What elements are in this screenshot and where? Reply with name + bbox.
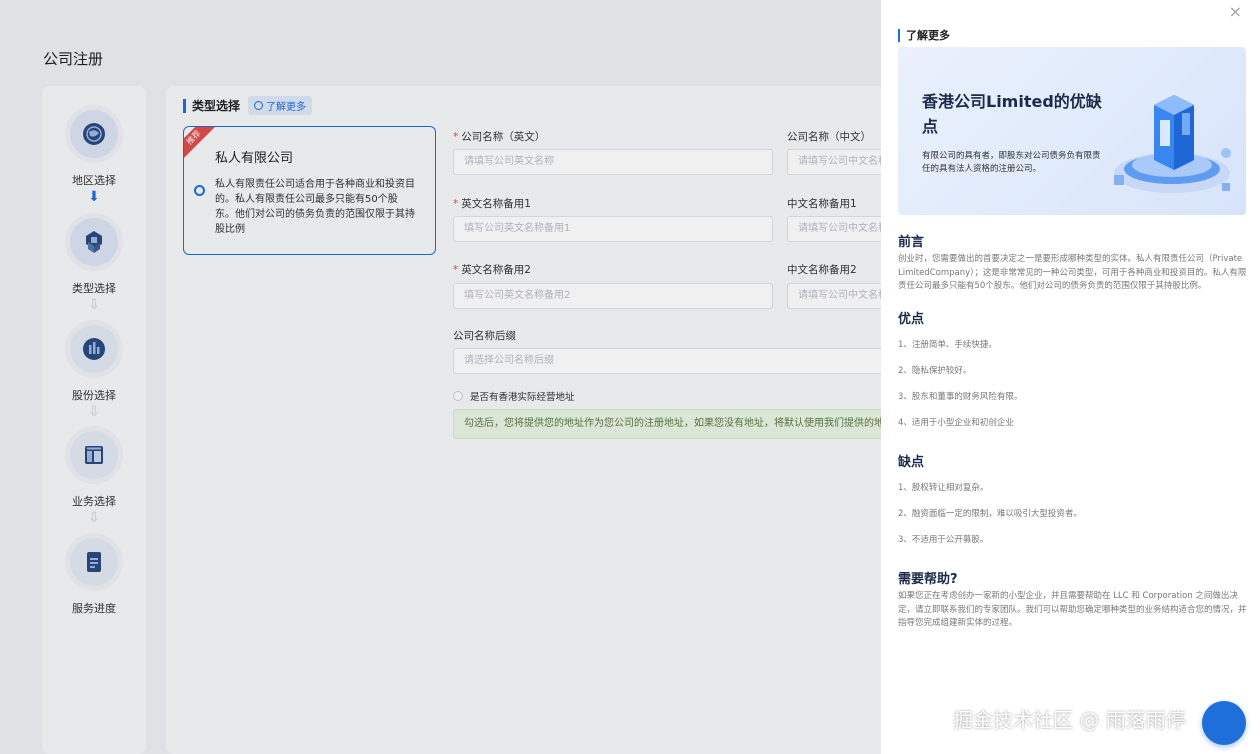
watermark: 掘金技术社区 @ 雨落雨停 [953, 708, 1186, 732]
intro-title: 前言 [898, 235, 925, 250]
banner-title: 香港公司Limited的优缺点 [922, 92, 1102, 136]
drawer-accent-bar [898, 28, 900, 42]
help-text: 如果您正在考虑创办一家新的小型企业，并且需要帮助在 LLC 和 Corporat… [898, 591, 1247, 628]
banner-subtitle: 有限公司的具有者，即股东对公司债务负有限责任的具有法人资格的注册公司。 [922, 151, 1101, 174]
pros-title: 优点 [898, 312, 925, 327]
pros-item: 3、股东和董事的财务风险有限。 [898, 392, 1023, 402]
building-illustration-icon [1114, 95, 1231, 193]
cons-item: 1、股权转让相对复杂。 [898, 483, 989, 493]
close-icon[interactable]: × [1229, 2, 1242, 21]
cons-item: 2、融资面临一定的限制，难以吸引大型投资者。 [898, 509, 1082, 519]
pros-item: 4、适用于小型企业和初创企业 [898, 418, 1014, 428]
float-action-button[interactable] [1202, 701, 1246, 745]
drawer-banner: 香港公司Limited的优缺点 有限公司的具有者，即股东对公司债务负有限责任的具… [898, 47, 1246, 215]
cons-item: 3、不适用于公开募股。 [898, 535, 989, 545]
drawer-title: 了解更多 [906, 29, 950, 42]
cons-title: 缺点 [898, 455, 925, 470]
help-title: 需要帮助? [898, 572, 958, 587]
learn-more-drawer: × 了解更多 香港公司Limited的优缺点 有限公司的具有者，即股东对公司债务… [881, 0, 1260, 754]
pros-item: 1、注册简单、手续快捷。 [898, 340, 997, 350]
pros-item: 2、隐私保护较好。 [898, 366, 972, 376]
intro-text: 创业时，您需要做出的首要决定之一是要形成哪种类型的实体。私人有限责任公司（Pri… [898, 254, 1247, 291]
drawer-header: 了解更多 [898, 27, 950, 43]
